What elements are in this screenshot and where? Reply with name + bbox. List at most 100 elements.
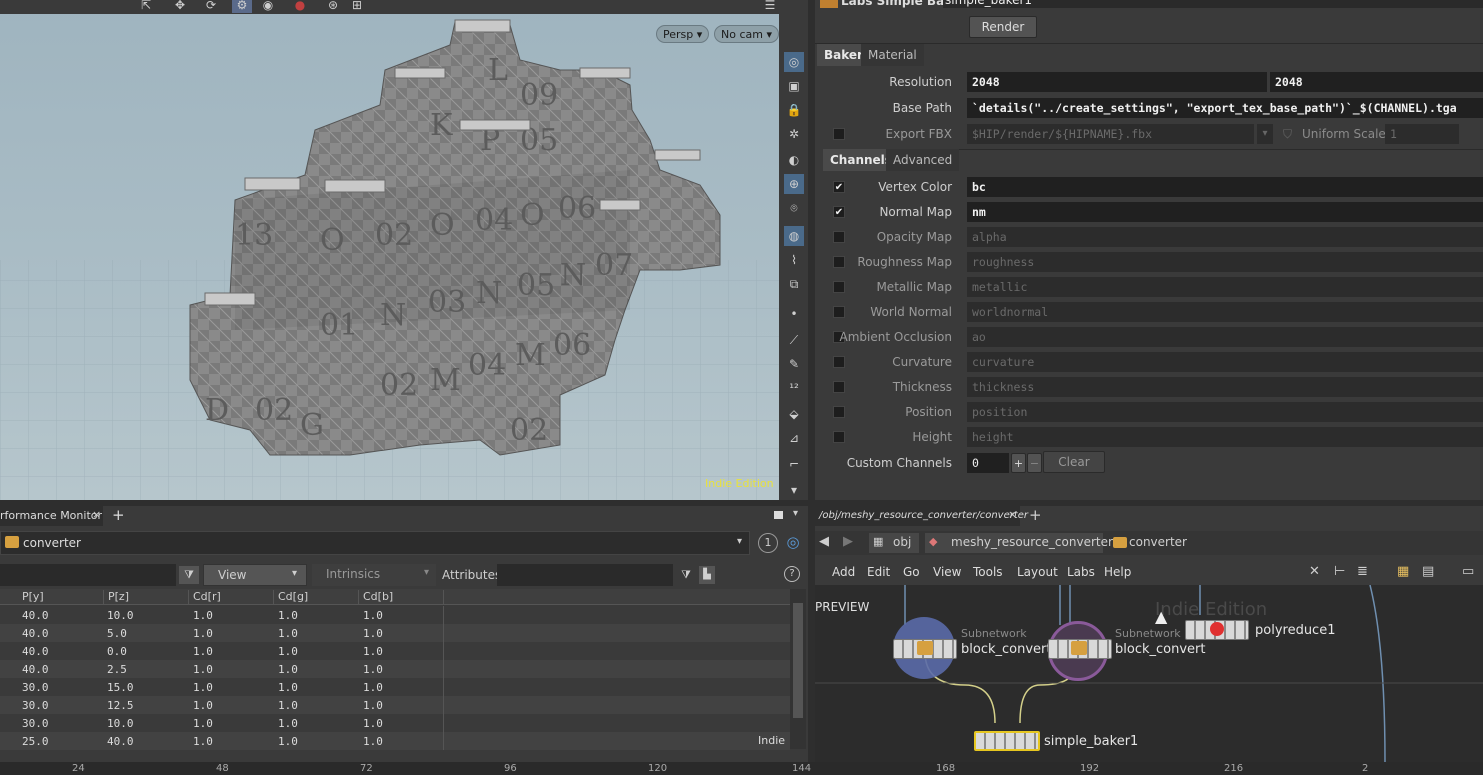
- record-icon[interactable]: ●: [292, 0, 308, 13]
- vertical-scrollbar[interactable]: [790, 589, 806, 749]
- table-cell[interactable]: 1.0: [278, 735, 298, 748]
- column-header[interactable]: Cd[r]: [189, 590, 274, 604]
- table-cell[interactable]: 40.0: [107, 735, 134, 748]
- tab-network-path[interactable]: /obj/meshy_resource_converter/converter …: [815, 506, 1028, 526]
- number-icon[interactable]: ¹²: [784, 378, 804, 398]
- table-cell[interactable]: 1.0: [278, 681, 298, 694]
- export-fbx-field[interactable]: $HIP/render/${HIPNAME}.fbx: [967, 124, 1254, 144]
- menu-labs[interactable]: Labs: [1067, 565, 1095, 579]
- render-button[interactable]: Render: [969, 16, 1037, 38]
- channel-field[interactable]: curvature: [967, 352, 1483, 372]
- intrinsics-menu[interactable]: Intrinsics ▾: [312, 564, 436, 586]
- table-cell[interactable]: 2.5: [107, 663, 127, 676]
- chevron-down-icon[interactable]: ▾: [793, 508, 798, 519]
- simple-baker-node[interactable]: [974, 731, 1040, 751]
- table-cell[interactable]: 30.0: [22, 681, 49, 694]
- menu-add[interactable]: Add: [832, 565, 855, 579]
- table-cell[interactable]: 25.0: [22, 735, 49, 748]
- table-cell[interactable]: 1.0: [193, 663, 213, 676]
- list-icon[interactable]: ≣: [1357, 564, 1368, 579]
- menu-layout[interactable]: Layout: [1017, 565, 1058, 579]
- edge-icon[interactable]: ⟋: [784, 330, 804, 350]
- channel-field[interactable]: position: [967, 402, 1483, 422]
- tab-advanced[interactable]: Advanced: [886, 149, 960, 171]
- display-icon[interactable]: ▣: [784, 76, 804, 96]
- node-name-field[interactable]: simple_baker1: [943, 0, 1483, 8]
- paint-icon[interactable]: ⬙: [784, 404, 804, 424]
- table-cell[interactable]: 1.0: [363, 645, 383, 658]
- menu-go[interactable]: Go: [903, 565, 920, 579]
- table-cell[interactable]: 40.0: [22, 609, 49, 622]
- table-row[interactable]: 30.0 10.0 1.0 1.0 1.0: [0, 714, 790, 732]
- channel-field[interactable]: thickness: [967, 377, 1483, 397]
- channel-field[interactable]: metallic: [967, 277, 1483, 297]
- close-icon[interactable]: ×: [92, 508, 101, 521]
- table-cell[interactable]: 1.0: [363, 609, 383, 622]
- table-cell[interactable]: 1.0: [363, 681, 383, 694]
- table-cell[interactable]: 12.5: [107, 699, 134, 712]
- panel-icon[interactable]: ▭: [1462, 564, 1474, 579]
- link-icon[interactable]: ◎: [784, 533, 802, 551]
- table-row[interactable]: 40.0 5.0 1.0 1.0 1.0: [0, 624, 790, 642]
- tile-view-icon[interactable]: ▤: [1422, 564, 1434, 579]
- menu-help[interactable]: Help: [1104, 565, 1131, 579]
- table-cell[interactable]: 1.0: [363, 699, 383, 712]
- table-cell[interactable]: 5.0: [107, 627, 127, 640]
- instance-badge[interactable]: 1: [758, 533, 778, 553]
- add-tab-icon[interactable]: +: [1029, 506, 1042, 524]
- chevron-down-icon[interactable]: ▾: [784, 480, 804, 500]
- clear-button[interactable]: Clear: [1043, 451, 1105, 473]
- table-cell[interactable]: 30.0: [22, 717, 49, 730]
- filter-icon[interactable]: ⧩: [179, 566, 199, 584]
- column-header[interactable]: Cd[b]: [359, 590, 444, 604]
- resolution-x-field[interactable]: 2048: [967, 72, 1267, 92]
- table-cell[interactable]: 1.0: [278, 699, 298, 712]
- table-cell[interactable]: 0.0: [107, 645, 127, 658]
- table-row[interactable]: 30.0 15.0 1.0 1.0 1.0: [0, 678, 790, 696]
- crumb-converter[interactable]: converter: [1109, 533, 1209, 553]
- options-icon[interactable]: ▙: [699, 566, 715, 584]
- remove-channel-button[interactable]: −: [1027, 453, 1042, 473]
- persp-menu[interactable]: Persp ▾: [656, 25, 710, 43]
- table-cell[interactable]: 1.0: [278, 609, 298, 622]
- visibility-icon[interactable]: ⊕: [784, 174, 804, 194]
- table-cell[interactable]: 1.0: [193, 735, 213, 748]
- table-cell[interactable]: 1.0: [363, 627, 383, 640]
- channel-field[interactable]: ao: [967, 327, 1483, 347]
- view-tool-icon[interactable]: ◉: [260, 0, 276, 13]
- table-row[interactable]: 40.0 10.0 1.0 1.0 1.0: [0, 606, 790, 624]
- options-icon[interactable]: ☰: [762, 0, 778, 13]
- shading-icon[interactable]: ◍: [784, 226, 804, 246]
- panel-splitter[interactable]: [808, 0, 815, 768]
- chevron-down-icon[interactable]: ▾: [1257, 124, 1273, 144]
- table-cell[interactable]: 10.0: [107, 609, 134, 622]
- uniform-scale-field[interactable]: 1: [1385, 124, 1459, 144]
- menu-edit[interactable]: Edit: [867, 565, 890, 579]
- rotate-tool-icon[interactable]: ⟳: [203, 0, 219, 13]
- grid-icon[interactable]: ⊞: [349, 0, 365, 13]
- menu-view[interactable]: View: [933, 565, 961, 579]
- channel-field[interactable]: nm: [967, 202, 1483, 222]
- handle-tool-icon[interactable]: ⚙: [232, 0, 252, 13]
- table-row[interactable]: 40.0 0.0 1.0 1.0 1.0: [0, 642, 790, 660]
- table-cell[interactable]: 1.0: [363, 717, 383, 730]
- table-cell[interactable]: 40.0: [22, 645, 49, 658]
- camera-menu[interactable]: No cam ▾: [714, 25, 779, 43]
- wire-icon[interactable]: ⌇: [784, 250, 804, 270]
- table-cell[interactable]: 1.0: [193, 681, 213, 694]
- table-cell[interactable]: 1.0: [193, 627, 213, 640]
- custom-channels-field[interactable]: 0: [967, 453, 1009, 473]
- table-row[interactable]: 25.0 40.0 1.0 1.0 1.0: [0, 732, 790, 750]
- base-path-field[interactable]: `details("../create_settings", "export_t…: [967, 98, 1483, 118]
- table-cell[interactable]: 10.0: [107, 717, 134, 730]
- table-cell[interactable]: 1.0: [363, 663, 383, 676]
- column-header[interactable]: P[z]: [104, 590, 189, 604]
- table-cell[interactable]: 1.0: [278, 645, 298, 658]
- curve-icon[interactable]: ⌐: [784, 454, 804, 474]
- table-cell[interactable]: 30.0: [22, 699, 49, 712]
- table-cell[interactable]: 40.0: [22, 627, 49, 640]
- crumb-meshy[interactable]: ◆ meshy_resource_converter: [925, 533, 1113, 553]
- maximize-icon[interactable]: [774, 511, 783, 519]
- table-cell[interactable]: 15.0: [107, 681, 134, 694]
- geometry-icon[interactable]: ⌾: [784, 198, 804, 218]
